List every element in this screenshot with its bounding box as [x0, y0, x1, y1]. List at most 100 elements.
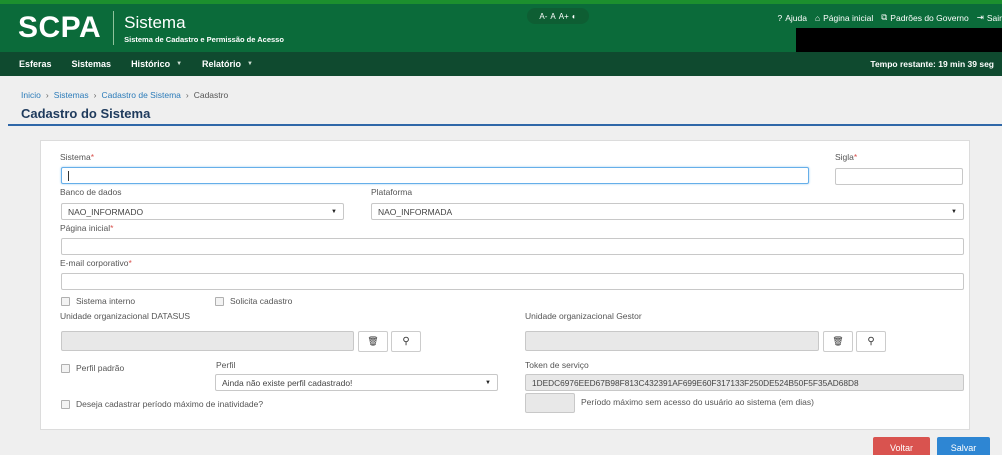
solicita-cadastro-checkbox[interactable]: Solicita cadastro — [215, 296, 292, 306]
search-gestor-button[interactable]: ⚲ — [856, 331, 886, 352]
redacted-user-area — [796, 28, 1002, 52]
pagina-label: Página inicial* — [60, 223, 113, 233]
plataforma-label: Plataforma — [371, 187, 413, 197]
checkbox-box — [61, 399, 70, 409]
title-divider — [8, 124, 1002, 126]
salvar-button[interactable]: Salvar — [937, 437, 990, 455]
checkbox-box — [61, 363, 70, 373]
system-title-block: Sistema Sistema de Cadastro e Permissão … — [124, 13, 284, 44]
pagina-input[interactable] — [61, 238, 964, 255]
help-label: Ajuda — [785, 12, 807, 23]
font-reset-button[interactable]: A — [550, 12, 555, 21]
search-icon: ⚲ — [867, 336, 875, 347]
pagina-label-text: Página inicial — [60, 223, 111, 233]
plataforma-value: NAO_INFORMADA — [378, 206, 453, 217]
accessibility-controls: A- A A+ ◐ — [527, 8, 589, 24]
logout-icon: ⇥ — [976, 12, 984, 22]
clear-datasus-button[interactable]: 🗑 — [358, 331, 388, 352]
sistema-input[interactable] — [61, 167, 809, 184]
chevron-down-icon: ▼ — [247, 61, 253, 67]
sistema-label: Sistema* — [60, 152, 94, 162]
nav-label: Esferas — [19, 59, 52, 69]
home-link[interactable]: ⌂ Página inicial — [815, 12, 873, 23]
unidade-gestor-input[interactable] — [525, 331, 819, 351]
logout-label: Sair — [986, 12, 1002, 23]
breadcrumb-inicio[interactable]: Inicio — [21, 90, 41, 100]
required-marker: * — [90, 152, 95, 162]
chevron-down-icon: ▼ — [176, 61, 183, 67]
font-decrease-button[interactable]: A- — [539, 12, 547, 21]
nav-item-relatorio[interactable]: Relatório ▼ — [202, 59, 253, 69]
perfil-label: Perfil — [216, 360, 236, 370]
nav-item-esferas[interactable]: Esferas — [19, 59, 52, 69]
main-nav: Esferas Sistemas Histórico ▼ Relatório ▼ T… — [0, 52, 1002, 76]
solicita-cadastro-label: Solicita cadastro — [230, 296, 293, 306]
session-timer: Tempo restante: 19 min 39 seg — [870, 59, 994, 69]
top-header: SCPA Sistema Sistema de Cadastro e Permi… — [0, 0, 1002, 52]
sistema-label-text: Sistema — [60, 152, 91, 162]
unidade-datasus-label: Unidade organizacional DATASUS — [60, 311, 191, 321]
dropdown-arrow-icon: ▼ — [331, 208, 337, 215]
sistema-interno-label: Sistema interno — [76, 296, 136, 306]
nav-item-historico[interactable]: Histórico ▼ — [131, 59, 182, 69]
email-label: E-mail corporativo* — [60, 258, 132, 268]
contrast-button[interactable]: ◐ — [572, 12, 577, 21]
text-cursor — [68, 170, 69, 181]
search-datasus-button[interactable]: ⚲ — [391, 331, 421, 352]
perfil-padrao-checkbox[interactable]: Perfil padrão — [61, 363, 124, 373]
sigla-input[interactable] — [835, 168, 963, 185]
nav-item-sistemas[interactable]: Sistemas — [72, 59, 112, 69]
trash-icon: 🗑 — [832, 336, 844, 346]
sigla-label: Sigla* — [835, 152, 857, 162]
perfil-select[interactable]: Ainda não existe perfil cadastrado! ▼ — [215, 374, 498, 391]
perfil-padrao-label: Perfil padrão — [76, 363, 125, 373]
breadcrumb-cadastro-sistema[interactable]: Cadastro de Sistema — [102, 90, 181, 100]
nav-label: Histórico — [131, 59, 171, 69]
breadcrumb-current: Cadastro — [193, 90, 229, 100]
nav-label: Sistemas — [71, 59, 112, 69]
trash-icon: 🗑 — [367, 336, 379, 346]
standards-label: Padrões do Governo — [890, 12, 969, 23]
checkbox-box — [215, 296, 224, 306]
breadcrumb-separator: › — [185, 90, 189, 100]
standards-link[interactable]: ⧉ Padrões do Governo — [881, 12, 969, 23]
font-increase-button[interactable]: A+ — [559, 12, 569, 21]
unidade-datasus-input[interactable] — [61, 331, 354, 351]
banco-value: NAO_INFORMADO — [68, 206, 144, 217]
home-icon: ⌂ — [814, 12, 821, 23]
checkbox-box — [61, 296, 70, 306]
logo[interactable]: SCPA Sistema Sistema de Cadastro e Permi… — [18, 10, 284, 46]
voltar-button[interactable]: Voltar — [873, 437, 930, 455]
token-input[interactable]: 1DEDC6976EED67B98F813C432391AF699E60F317… — [525, 374, 964, 391]
plataforma-select[interactable]: NAO_INFORMADA ▼ — [371, 203, 964, 220]
clear-gestor-button[interactable]: 🗑 — [823, 331, 853, 352]
logo-text: SCPA — [18, 11, 102, 44]
periodo-label: Período máximo sem acesso do usuário ao … — [581, 397, 814, 407]
logo-divider — [113, 11, 115, 45]
token-value: 1DEDC6976EED67B98F813C432391AF699E60F317… — [532, 377, 859, 388]
form-panel: Sistema* Sigla* Banco de dados NAO_INFOR… — [40, 140, 970, 430]
external-link-icon: ⧉ — [881, 12, 888, 22]
top-links: ? Ajuda ⌂ Página inicial ⧉ Padrões do Gover… — [778, 12, 1002, 23]
sistema-interno-checkbox[interactable]: Sistema interno — [61, 296, 135, 306]
sigla-label-text: Sigla — [835, 152, 854, 162]
help-link[interactable]: ? Ajuda — [778, 12, 807, 23]
logout-link[interactable]: ⇥ Sair — [977, 12, 1002, 23]
required-marker: * — [853, 152, 858, 162]
perfil-value: Ainda não existe perfil cadastrado! — [222, 377, 353, 388]
periodo-input[interactable] — [525, 393, 575, 413]
inatividade-checkbox[interactable]: Deseja cadastrar período máximo de inati… — [61, 399, 263, 409]
banco-select[interactable]: NAO_INFORMADO ▼ — [61, 203, 344, 220]
search-icon: ⚲ — [402, 336, 410, 347]
help-icon: ? — [777, 12, 783, 23]
breadcrumb: Inicio › Sistemas › Cadastro de Sistema … — [21, 90, 228, 100]
email-input[interactable] — [61, 273, 964, 290]
dropdown-arrow-icon: ▼ — [485, 379, 491, 386]
unidade-gestor-label: Unidade organizacional Gestor — [525, 311, 642, 321]
dropdown-arrow-icon: ▼ — [951, 208, 957, 215]
breadcrumb-sistemas[interactable]: Sistemas — [54, 90, 89, 100]
required-marker: * — [110, 223, 114, 233]
page-title: Cadastro do Sistema — [21, 106, 151, 121]
inatividade-label: Deseja cadastrar período máximo de inati… — [76, 399, 264, 409]
breadcrumb-separator: › — [93, 90, 97, 100]
